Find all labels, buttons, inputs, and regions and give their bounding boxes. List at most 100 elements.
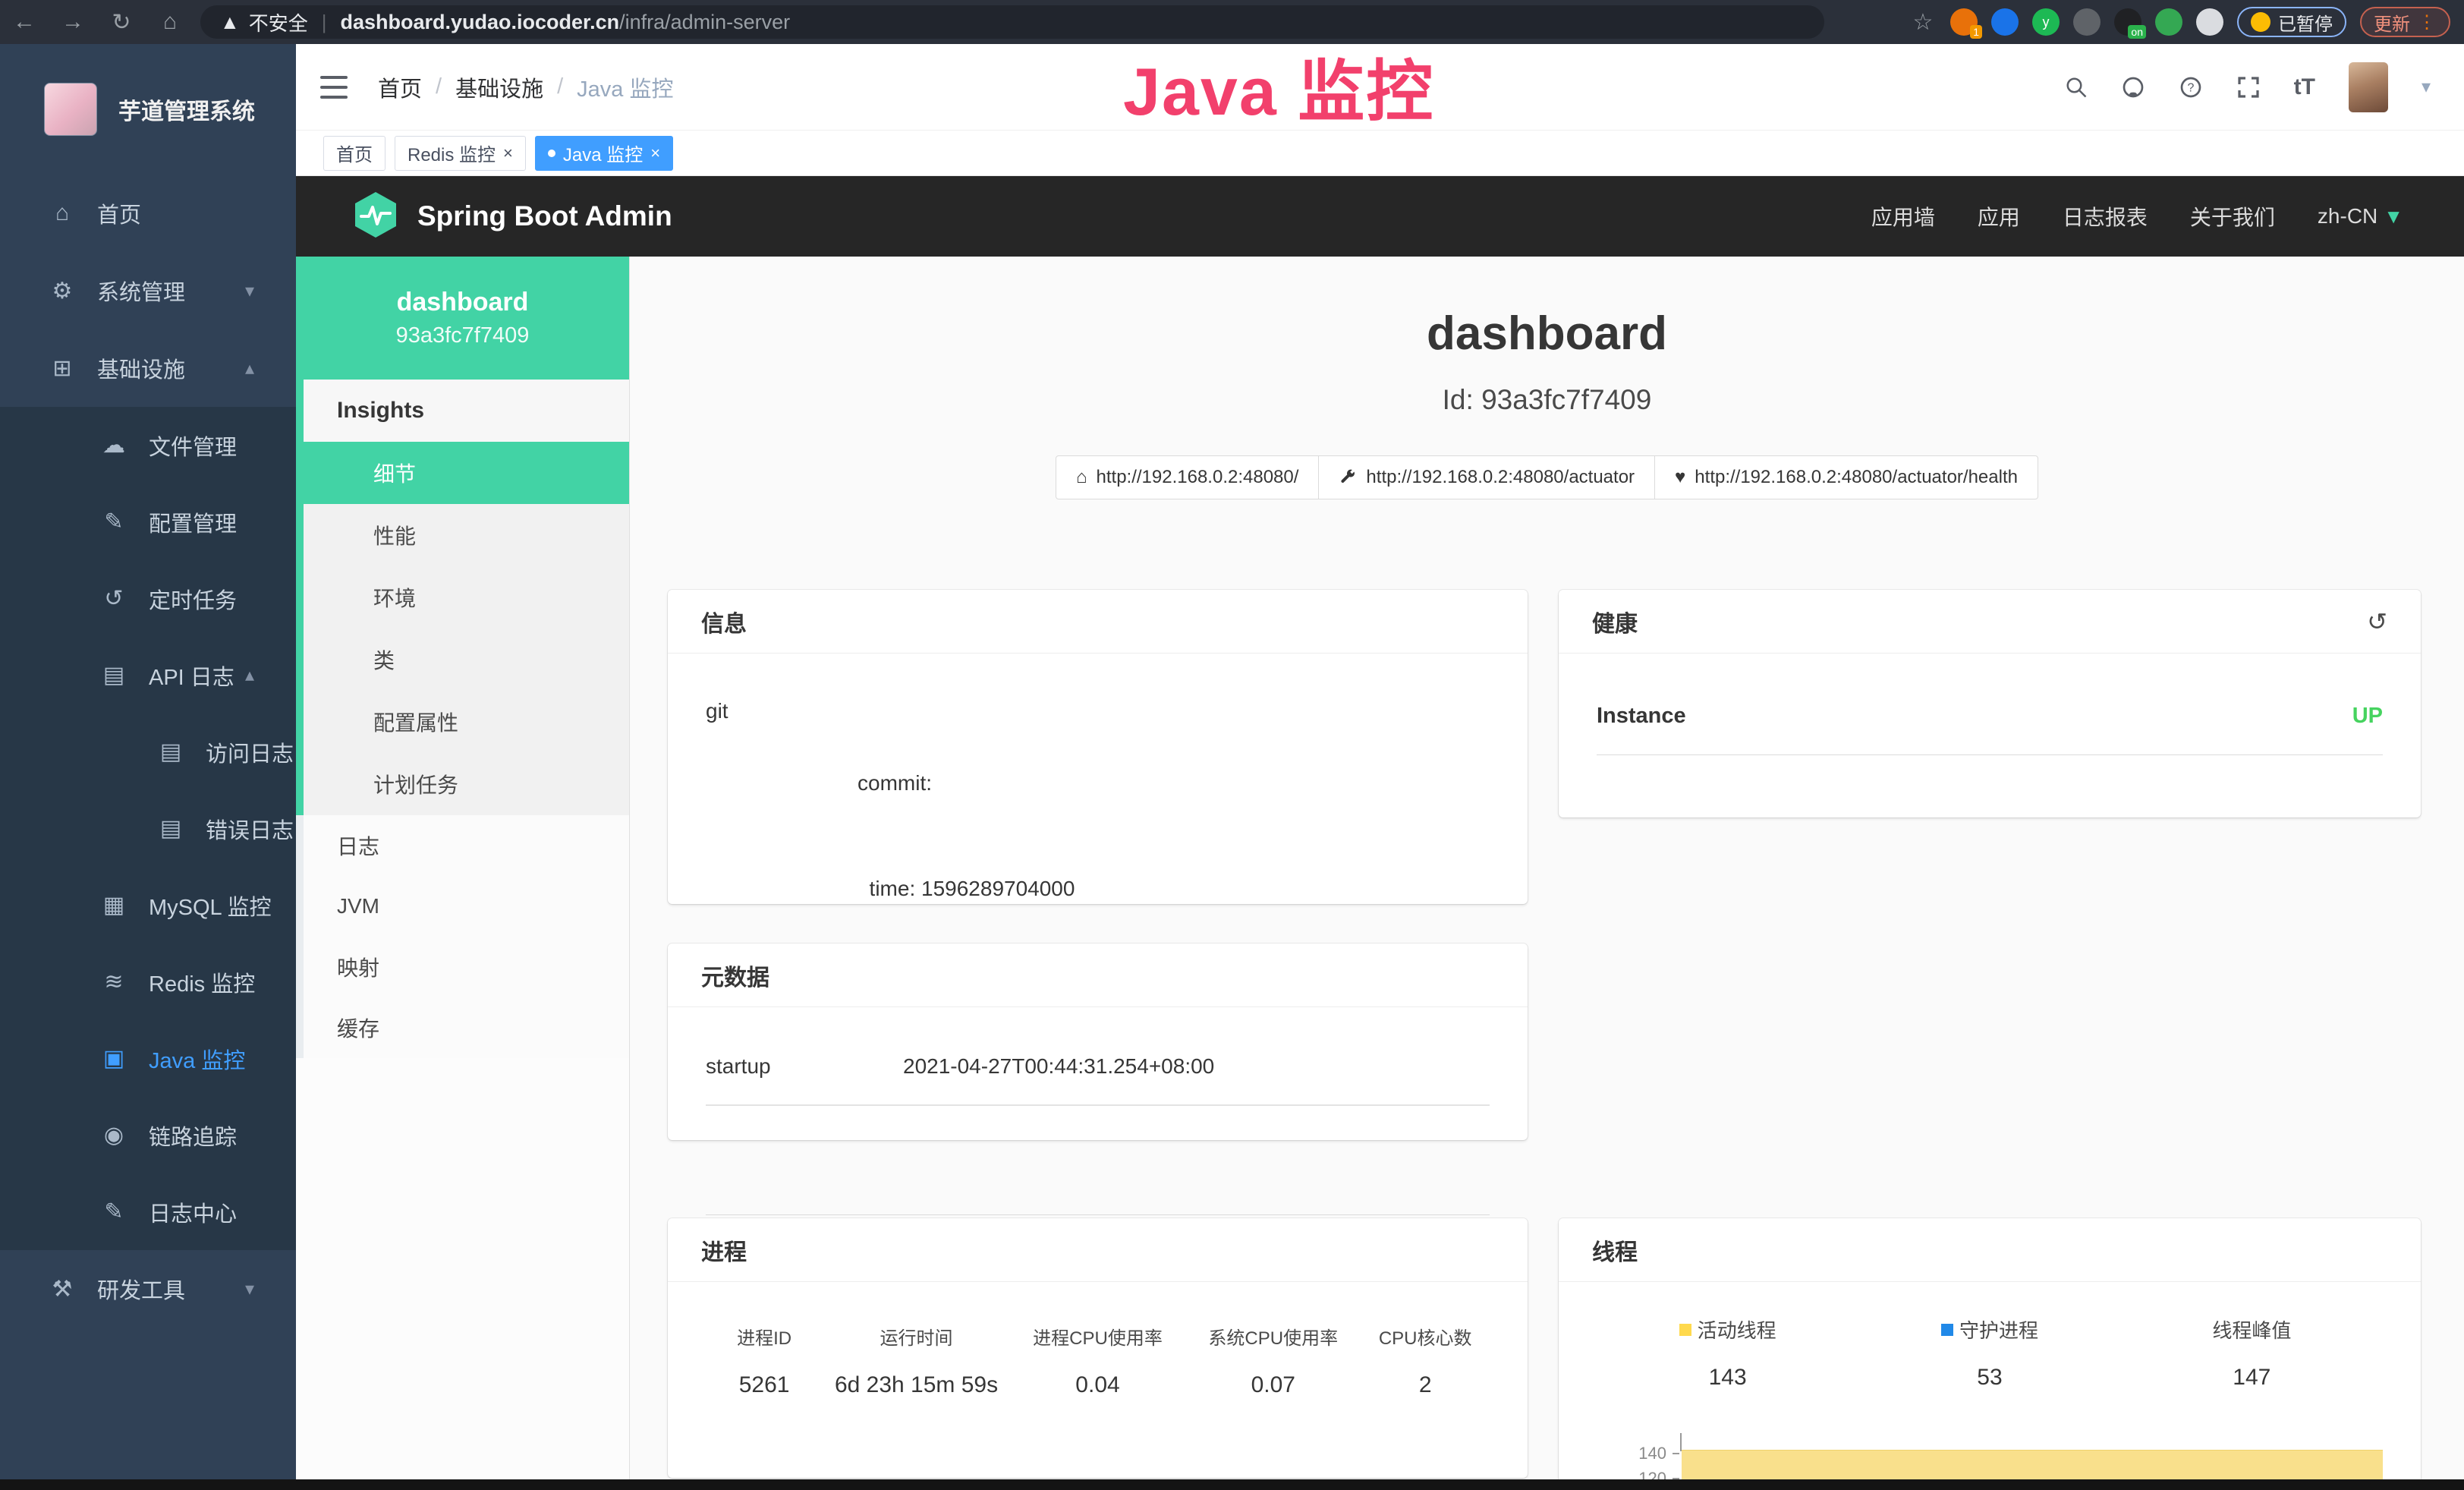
- brand-block[interactable]: 芋道管理系统: [0, 44, 296, 175]
- caret-down-icon[interactable]: ▾: [2422, 76, 2431, 98]
- sidebar-item-files[interactable]: ☁ 文件管理: [0, 407, 296, 484]
- metadata-key: startup: [706, 1054, 903, 1079]
- sidebar-item-log-center[interactable]: ✎ 日志中心: [0, 1173, 296, 1250]
- leaf-extension-icon[interactable]: [2155, 8, 2182, 36]
- browser-menu-icon[interactable]: ⋮: [2418, 11, 2437, 33]
- forward-icon[interactable]: →: [49, 9, 97, 35]
- github-icon[interactable]: [2121, 75, 2145, 99]
- search-icon[interactable]: [2065, 76, 2088, 99]
- cpu-cores: 2: [1361, 1372, 1490, 1398]
- nav-about[interactable]: 关于我们: [2190, 201, 2275, 232]
- breadcrumb-home[interactable]: 首页: [378, 71, 422, 103]
- metadata-card-body: startup 2021-04-27T00:44:31.254+08:00: [668, 1007, 1528, 1136]
- sba-main: dashboard Id: 93a3fc7f7409 ⌂ http://192.…: [630, 257, 2464, 1479]
- close-icon[interactable]: ×: [503, 143, 513, 163]
- sidebar-item-jobs[interactable]: ↺ 定时任务: [0, 560, 296, 637]
- collapse-sidebar-icon[interactable]: [320, 76, 348, 99]
- sba-item-config-props[interactable]: 配置属性: [304, 691, 629, 753]
- nav-applications[interactable]: 应用: [1978, 201, 2020, 232]
- extension-icon[interactable]: 1: [1950, 8, 1978, 36]
- application-name: dashboard: [397, 288, 529, 317]
- sba-item-classes[interactable]: 类: [304, 628, 629, 691]
- sidebar-item-error-log[interactable]: ▤ 错误日志: [0, 790, 296, 867]
- bookmark-star-icon[interactable]: ☆: [1909, 9, 1937, 36]
- metadata-card: 元数据 startup 2021-04-27T00:44:31.254+08:0…: [668, 943, 1528, 1140]
- pin-extension-icon[interactable]: [1991, 8, 2019, 36]
- home-icon: ⌂: [1076, 467, 1087, 488]
- history-icon[interactable]: ↺: [2367, 607, 2387, 636]
- fullscreen-icon[interactable]: [2236, 75, 2261, 99]
- green-extension-icon[interactable]: y: [2032, 8, 2060, 36]
- reload-icon[interactable]: ↻: [97, 9, 146, 36]
- avatar[interactable]: [2349, 62, 2388, 112]
- sba-sidebar: dashboard 93a3fc7f7409 Insights 细节 性能 环境…: [296, 257, 630, 1479]
- database-icon: ▦: [99, 892, 129, 918]
- font-size-icon[interactable]: tT: [2294, 74, 2315, 100]
- tag-home[interactable]: 首页: [323, 136, 385, 171]
- tag-redis-monitor[interactable]: Redis 监控 ×: [395, 136, 526, 171]
- grid-extension-icon[interactable]: [2073, 8, 2101, 36]
- sidebar-item-tracing[interactable]: ◉ 链路追踪: [0, 1097, 296, 1173]
- extension-badge: 1: [1970, 25, 1982, 39]
- screen-icon: ▣: [99, 1045, 129, 1072]
- sidebar-item-infra[interactable]: ⊞ 基础设施 ▴: [0, 329, 296, 407]
- back-icon[interactable]: ←: [0, 9, 49, 35]
- system-cpu: 0.07: [1185, 1372, 1361, 1398]
- sidebar-item-home[interactable]: ⌂ 首页: [0, 175, 296, 252]
- sidebar-item-dev-tools[interactable]: ⚒ 研发工具 ▾: [0, 1250, 296, 1328]
- brand-title: 芋道管理系统: [118, 93, 255, 126]
- tags-view: 首页 Redis 监控 × Java 监控 ×: [296, 131, 2464, 176]
- puzzle-extension-icon[interactable]: [2196, 8, 2223, 36]
- sidebar-item-config[interactable]: ✎ 配置管理: [0, 484, 296, 560]
- close-icon[interactable]: ×: [650, 143, 660, 163]
- annotation-text: Java 监控: [1123, 38, 1434, 134]
- address-bar[interactable]: ▲ 不安全 | dashboard.yudao.iocoder.cn /infr…: [200, 5, 1824, 39]
- dark-extension-icon[interactable]: on: [2114, 8, 2141, 36]
- log-icon: ▤: [99, 662, 129, 688]
- nav-wallboard[interactable]: 应用墙: [1871, 201, 1935, 232]
- health-card-body: Instance UP: [1559, 654, 2421, 786]
- navbar-actions: ? tT ▾: [2065, 62, 2464, 112]
- url-path: /infra/admin-server: [619, 11, 790, 34]
- sba-item-environment[interactable]: 环境: [304, 566, 629, 628]
- sba-item-mappings[interactable]: 映射: [304, 937, 629, 997]
- threads-chart: 140 120 100: [1597, 1421, 2383, 1479]
- locale-select[interactable]: zh-CN▼: [2318, 204, 2403, 228]
- actuator-url-button[interactable]: http://192.168.0.2:48080/actuator: [1318, 455, 1655, 499]
- sidebar-item-mysql[interactable]: ▦ MySQL 监控: [0, 867, 296, 943]
- sidebar-item-java-monitor[interactable]: ▣ Java 监控: [0, 1020, 296, 1097]
- sba-item-caches[interactable]: 缓存: [304, 997, 629, 1058]
- sidebar-item-access-log[interactable]: ▤ 访问日志: [0, 713, 296, 790]
- process-cpu: 0.04: [1010, 1372, 1185, 1398]
- instance-label: Instance: [1597, 704, 1686, 729]
- sba-item-jvm[interactable]: JVM: [304, 876, 629, 937]
- health-url-button[interactable]: ♥ http://192.168.0.2:48080/actuator/heal…: [1654, 455, 2038, 499]
- sidebar-item-system[interactable]: ⚙ 系统管理 ▾: [0, 252, 296, 329]
- update-browser-button[interactable]: 更新 ⋮: [2360, 7, 2450, 37]
- chevron-up-icon: ▴: [245, 664, 254, 686]
- sba-item-logging[interactable]: 日志: [304, 815, 629, 876]
- sidebar-item-api-log[interactable]: ▤ API 日志 ▴: [0, 637, 296, 713]
- service-url-button[interactable]: ⌂ http://192.168.0.2:48080/: [1056, 455, 1319, 499]
- layers-icon: ≋: [99, 969, 129, 995]
- help-icon[interactable]: ?: [2179, 75, 2203, 99]
- insights-group: Insights 细节 性能 环境 类 配置属性 计划任务: [296, 380, 629, 815]
- tag-java-monitor[interactable]: Java 监控 ×: [535, 136, 673, 171]
- sidebar-item-redis[interactable]: ≋ Redis 监控: [0, 943, 296, 1020]
- breadcrumb-infra[interactable]: 基础设施: [455, 71, 543, 103]
- instance-url-group: ⌂ http://192.168.0.2:48080/ http://192.1…: [630, 455, 2464, 499]
- monitor-icon: ⊞: [47, 355, 77, 382]
- table-row[interactable]: Instance UP: [1597, 704, 2383, 755]
- process-card: 进程 进程ID 运行时间 进程CPU使用率 系统CPU使用率 CPU核心数 52…: [668, 1218, 1528, 1478]
- insights-section-label: Insights: [304, 380, 629, 442]
- y-axis-line: [1680, 1433, 1682, 1451]
- sba-item-metrics[interactable]: 性能: [304, 504, 629, 566]
- sba-item-scheduled-tasks[interactable]: 计划任务: [304, 753, 629, 815]
- other-group: 日志 JVM 映射 缓存: [296, 815, 629, 1058]
- gear-icon: ⚙: [47, 278, 77, 304]
- sba-item-details[interactable]: 细节: [304, 442, 629, 504]
- paused-profile-pill[interactable]: 已暂停: [2237, 7, 2346, 37]
- nav-journal[interactable]: 日志报表: [2063, 201, 2148, 232]
- home-icon[interactable]: ⌂: [146, 9, 194, 35]
- application-header[interactable]: dashboard 93a3fc7f7409: [296, 257, 629, 380]
